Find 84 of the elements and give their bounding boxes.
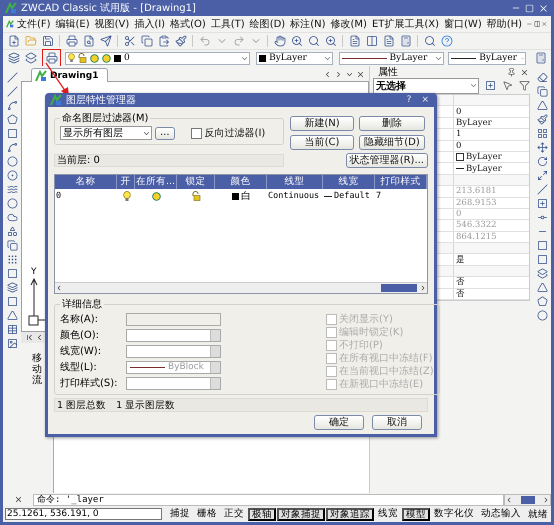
color-dropdown[interactable]: ByLayer (256, 52, 334, 64)
table-cell[interactable]: 白 (241, 189, 251, 203)
status-toggle[interactable]: 对象追踪 (326, 508, 374, 520)
dialog-title: 图层特性管理器 (66, 94, 137, 107)
status-toggle[interactable]: 极轴 (248, 508, 276, 520)
menu-item[interactable]: 编辑(E) (54, 17, 92, 31)
lineweight-dropdown[interactable]: ByLayer (448, 52, 526, 64)
selection-dropdown[interactable]: 无选择 (373, 78, 479, 94)
menu-item[interactable]: 绘图(D) (248, 17, 288, 31)
column-header[interactable]: 打印样式 (375, 175, 427, 189)
dialog-button[interactable]: 隐藏细节(D) (359, 135, 425, 150)
status-toggle[interactable]: 捕捉 (167, 508, 193, 520)
property-value[interactable]: 是 (454, 254, 529, 265)
count-text: 1 显示图层数 (116, 398, 176, 412)
status-toggle[interactable]: 正交 (221, 508, 247, 520)
status-toggle[interactable]: 线宽 (375, 508, 401, 520)
table-cell[interactable]: 0 (55, 191, 117, 201)
coordinates-field: 25.1261, 536.191, 0 (5, 508, 162, 520)
layer-dropdown[interactable]: 0 (65, 52, 250, 64)
column-header[interactable]: 在所有... (135, 175, 177, 189)
status-toggle[interactable]: 动态输入 (478, 508, 524, 520)
checkbox-label: 在新视口中冻结(E) (339, 378, 424, 391)
checkbox-label: 反向过滤器(I) (204, 126, 266, 140)
column-header[interactable]: 开 (117, 175, 135, 189)
property-value[interactable]: 否 (454, 277, 529, 288)
title-button[interactable]: × (418, 95, 432, 105)
status-toggle[interactable]: 数字化仪 (431, 508, 477, 520)
column-header[interactable]: 锁定 (177, 175, 215, 189)
menu-item[interactable]: ET扩展工具(X) (370, 17, 442, 31)
property-value[interactable]: 否 (454, 288, 529, 300)
status-toggle[interactable]: 模型 (402, 508, 430, 520)
state-manager-button[interactable]: 状态管理器(R)... (346, 153, 428, 168)
property-value[interactable]: 0 (454, 140, 529, 151)
menu-item[interactable]: 工具(T) (208, 17, 247, 31)
checkbox-label: 不打印(P) (339, 338, 383, 352)
menu-item[interactable]: 格式(O) (168, 17, 208, 31)
dialog-button[interactable]: 新建(N) (290, 116, 354, 131)
checkbox-label: 在所有视口中冻结(F) (339, 352, 433, 365)
menu-item[interactable]: 标注(N) (288, 17, 328, 31)
menu-item[interactable]: 视图(V) (92, 17, 132, 31)
group-title: 命名图层过滤器(M) (61, 112, 150, 125)
status-toggle[interactable]: 栅格 (194, 508, 220, 520)
linetype-dropdown[interactable]: ByLayer (338, 52, 444, 64)
current-layer-text: 当前层: 0 (54, 154, 284, 167)
dialog-button[interactable]: 删除 (359, 116, 425, 131)
menu-item[interactable]: 帮助(H) (484, 17, 524, 31)
column-header[interactable]: 线宽 (323, 175, 375, 189)
checkbox-label: 编辑时锁定(K) (339, 326, 404, 339)
checkbox-label: 关闭显示(Y) (339, 312, 393, 326)
menu-item[interactable]: 修改(M) (328, 17, 369, 31)
dialog-button[interactable]: 确定 (314, 415, 364, 430)
status-toggle[interactable]: 对象捕捉 (277, 508, 325, 520)
field-label: 颜色(O): (60, 328, 100, 342)
table-cell[interactable]: 7 (375, 191, 427, 201)
menu-item[interactable]: 文件(F) (14, 17, 53, 31)
table-cell[interactable]: Default (334, 191, 370, 201)
column-header[interactable]: 名称 (55, 175, 117, 189)
property-value[interactable]: ByLayer (454, 152, 529, 162)
field-label: 线型(L): (60, 360, 98, 374)
dialog-button[interactable]: 当前(C) (290, 135, 354, 150)
browse-button[interactable]: ... (155, 126, 175, 140)
checkbox-label: 在当前视口中冻结(Z) (339, 364, 434, 378)
property-value[interactable]: 1 (454, 129, 529, 140)
palette-title: 移动流 (32, 353, 42, 386)
property-value[interactable]: 0 (454, 106, 529, 117)
column-header[interactable]: 颜色 (215, 175, 267, 189)
menu-item[interactable]: 窗口(W) (442, 17, 484, 31)
column-header[interactable]: 线型 (267, 175, 323, 189)
field-label: 线宽(W): (60, 344, 102, 358)
panel-title: 属性 (378, 66, 398, 79)
window-title: ZWCAD Classic 试用版 - [Drawing1] (21, 2, 197, 15)
axis-label: Y (31, 267, 36, 277)
status-text: 就绪 (527, 508, 549, 520)
filter-dropdown[interactable]: 显示所有图层 (60, 126, 152, 140)
field-label: 名称(A): (60, 313, 100, 326)
group-title: 详细信息 (61, 298, 103, 311)
menu-item[interactable]: 插入(I) (132, 17, 168, 31)
property-value[interactable]: ByLayer (454, 118, 529, 128)
title-button[interactable]: ? (404, 95, 414, 105)
dialog-button[interactable]: 取消 (372, 415, 422, 430)
field-label: 打印样式(S): (60, 376, 119, 390)
count-text: 1 图层总数 (57, 398, 106, 412)
property-value[interactable]: ByLayer (454, 163, 529, 174)
table-cell[interactable]: Continuous (267, 191, 323, 201)
